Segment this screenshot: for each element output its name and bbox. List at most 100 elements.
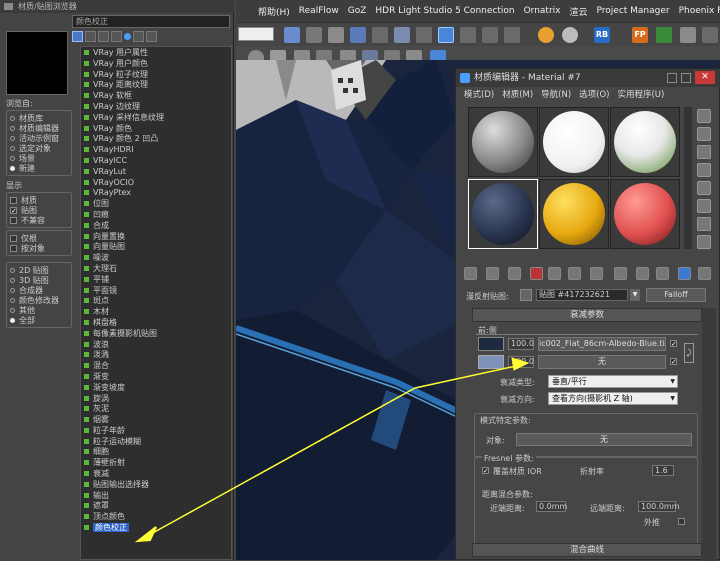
falloff-direction-dropdown[interactable]: 查看方向(摄影机 Z 轴)	[548, 392, 678, 405]
map-list-item[interactable]: 泼溅	[81, 349, 231, 360]
map-list-item[interactable]: 平面镜	[81, 285, 231, 296]
show-option-1[interactable]: 贴图	[10, 205, 68, 215]
front-map-button[interactable]: ic002_Flat_86cm-Albedo-Blue.tif)	[538, 337, 666, 351]
map-list-item[interactable]: 木材	[81, 306, 231, 317]
browse-from-radio-icon[interactable]	[10, 145, 15, 151]
map-list-item[interactable]: VRay 颜色	[81, 123, 231, 134]
blue-dot-icon[interactable]	[124, 33, 131, 40]
delete-icon[interactable]	[133, 31, 144, 42]
extrapolate-checkbox[interactable]	[678, 518, 685, 525]
material-slot-4-selected[interactable]	[468, 179, 538, 249]
map-list-item[interactable]: 粒子运动模糊	[81, 436, 231, 447]
map-list-item[interactable]: 衰减	[81, 468, 231, 479]
map-list-item[interactable]: VRay 距离纹理	[81, 79, 231, 90]
extra-checkbox[interactable]	[10, 234, 17, 242]
pick-icon[interactable]	[520, 289, 532, 301]
grid-icon[interactable]	[372, 27, 388, 43]
map-list-item[interactable]: 斑点	[81, 295, 231, 306]
put-to-scene-icon[interactable]	[486, 267, 499, 280]
map-list-item[interactable]: 颜色校正	[81, 522, 231, 533]
render-icon[interactable]	[482, 27, 498, 43]
category-option-0[interactable]: 2D 贴图	[10, 265, 68, 275]
extra-option-1[interactable]: 按对象	[10, 243, 68, 253]
browse-from-radio-icon[interactable]	[10, 135, 15, 141]
category-option-1[interactable]: 3D 贴图	[10, 275, 68, 285]
close-button[interactable]: ✕	[695, 71, 715, 84]
falloff-type-dropdown[interactable]: 垂直/平行	[548, 375, 678, 388]
map-list-item[interactable]: 输出	[81, 490, 231, 501]
map-list-item[interactable]: 波浪	[81, 339, 231, 350]
menu-item-6[interactable]: Project Manager	[597, 6, 670, 16]
show-shaded-icon[interactable]	[636, 267, 649, 280]
params-scrollbar[interactable]	[702, 308, 716, 561]
category-radio-icon[interactable]	[10, 277, 15, 283]
assign-material-icon[interactable]	[508, 267, 521, 280]
reset-map-icon[interactable]	[530, 267, 543, 280]
map-list-item[interactable]: VRayICC	[81, 155, 231, 166]
category-option-5[interactable]: 全部	[10, 315, 68, 325]
show-checkbox[interactable]	[10, 196, 17, 204]
category-radio-icon[interactable]	[10, 297, 15, 303]
map-list-item[interactable]: 向量置换	[81, 231, 231, 242]
front-amount-spinner[interactable]: 100.0	[508, 338, 534, 350]
map-list-item[interactable]: 薄壁折射	[81, 457, 231, 468]
undo-icon[interactable]	[284, 27, 300, 43]
map-list-item[interactable]: 大理石	[81, 263, 231, 274]
minimize-button[interactable]	[667, 73, 677, 83]
falloff-params-rollout[interactable]: 衰减参数	[472, 308, 702, 322]
map-name-dropdown-icon[interactable]: ▼	[630, 289, 640, 301]
map-list-item[interactable]: VRay 粒子纹理	[81, 69, 231, 80]
menu-item-5[interactable]: 渲云	[569, 5, 587, 18]
sphere-tool-icon[interactable]	[562, 27, 578, 43]
mated-menu-item-4[interactable]: 实用程序(U)	[617, 88, 664, 103]
map-list-item[interactable]: 细胞	[81, 446, 231, 457]
list-view-icon[interactable]	[72, 31, 83, 42]
ior-spinner[interactable]: 1.6	[652, 465, 674, 476]
map-list-item[interactable]: 贴图输出选择器	[81, 479, 231, 490]
copy-material-icon[interactable]	[548, 267, 561, 280]
sample-uv-icon[interactable]	[697, 163, 711, 177]
menu-item-4[interactable]: Ornatrix	[524, 6, 561, 16]
map-list-item[interactable]: 凹痕	[81, 209, 231, 220]
backlight-icon[interactable]	[697, 127, 711, 141]
show-end-result-icon[interactable]	[656, 267, 669, 280]
sample-type-icon[interactable]	[697, 109, 711, 123]
map-list-item[interactable]: 每像素摄影机贴图	[81, 328, 231, 339]
object-pick-button[interactable]: 无	[516, 433, 692, 446]
make-unique-icon[interactable]	[568, 267, 581, 280]
list-icons-view-icon[interactable]	[85, 31, 96, 42]
browse-from-option-5[interactable]: 新建	[10, 163, 68, 173]
browse-from-radio-icon[interactable]	[10, 125, 15, 131]
side-amount-spinner[interactable]: 100.0	[508, 356, 534, 368]
map-list-item[interactable]: VRay 采样信息纹理	[81, 112, 231, 123]
map-list-item[interactable]: VRay 用户颜色	[81, 58, 231, 69]
scene-icon[interactable]	[350, 27, 366, 43]
map-type-button[interactable]: Falloff	[646, 288, 706, 302]
menu-item-2[interactable]: GoZ	[348, 6, 367, 16]
side-map-checkbox[interactable]	[670, 358, 677, 365]
far-distance-spinner[interactable]: 100.0mm	[638, 501, 680, 512]
browse-from-radio-icon[interactable]	[10, 115, 15, 121]
mated-menu-item-0[interactable]: 模式(D)	[464, 88, 494, 103]
swap-icon[interactable]: ⤸	[684, 343, 694, 363]
map-list-item[interactable]: 合成	[81, 220, 231, 231]
small-icons-view-icon[interactable]	[98, 31, 109, 42]
mix-curve-rollout[interactable]: 混合曲线	[472, 543, 702, 557]
map-list-item[interactable]: VRay 边纹理	[81, 101, 231, 112]
material-slot-5[interactable]	[539, 179, 609, 249]
preview-icon[interactable]	[697, 199, 711, 213]
map-list-item[interactable]: VRayHDRI	[81, 144, 231, 155]
browse-from-radio-icon[interactable]	[10, 155, 15, 161]
tree-icon[interactable]	[656, 27, 672, 43]
search-input[interactable]: 颜色校正	[72, 15, 230, 28]
near-distance-spinner[interactable]: 0.0mm	[536, 501, 567, 512]
category-radio-icon[interactable]	[10, 287, 15, 293]
map-list-item[interactable]: 烟雾	[81, 414, 231, 425]
browse-from-option-1[interactable]: 材质编辑器	[10, 123, 68, 133]
map-list-item[interactable]: 位图	[81, 198, 231, 209]
go-forward-icon[interactable]	[698, 267, 711, 280]
material-slot-2[interactable]	[539, 107, 609, 177]
material-slot-1[interactable]	[468, 107, 538, 177]
map-list-item[interactable]: 粒子年龄	[81, 425, 231, 436]
map-list-item[interactable]: 噪波	[81, 252, 231, 263]
